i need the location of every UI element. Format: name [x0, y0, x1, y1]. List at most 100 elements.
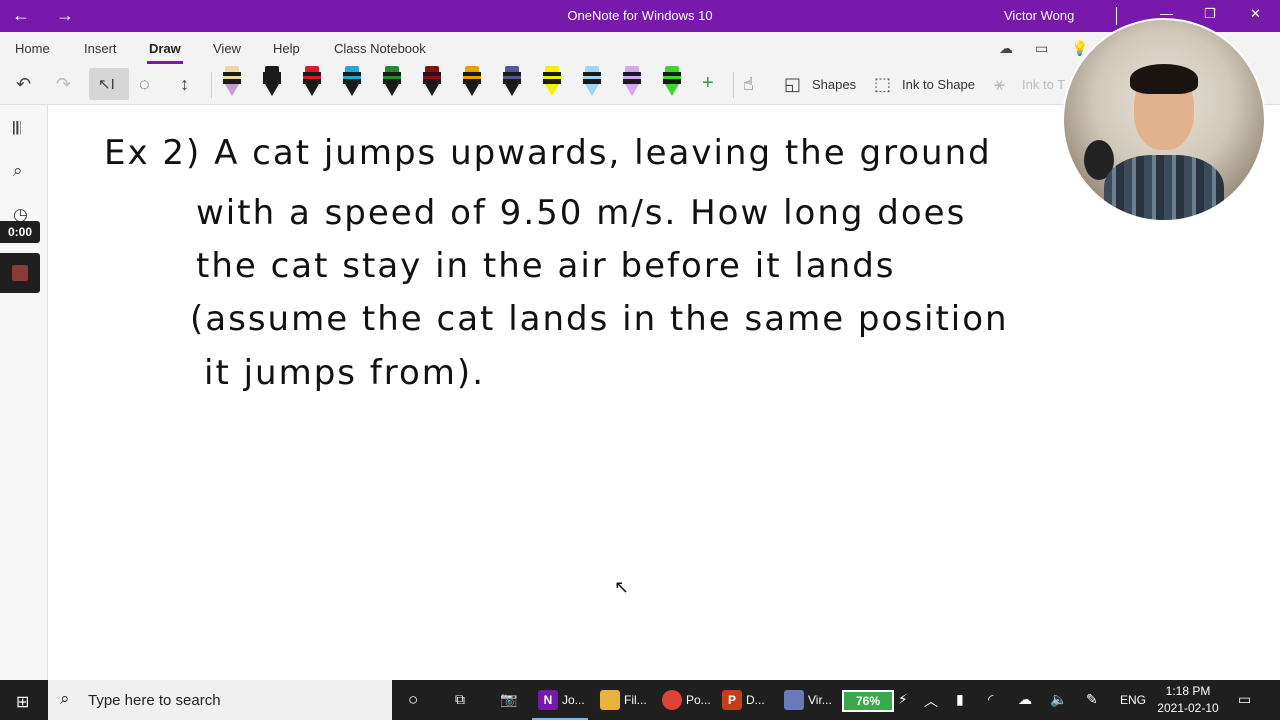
select-text-icon[interactable]: ↖I — [98, 75, 115, 93]
ink-to-text-button[interactable]: Ink to T — [1022, 77, 1065, 92]
pen-stripe — [463, 76, 481, 79]
pen-swatch[interactable] — [502, 64, 522, 98]
pen-swatch[interactable] — [462, 64, 482, 98]
ink-line: Ex 2) A cat jumps upwards, leaving the g… — [104, 133, 992, 173]
windows-start-icon[interactable]: ⊞ — [16, 692, 29, 712]
pen-swatch[interactable] — [622, 64, 642, 98]
pen-tip — [665, 84, 679, 96]
ink-line: the cat stay in the air before it lands — [196, 246, 896, 286]
shapes-button[interactable]: Shapes — [812, 77, 856, 92]
taskbar-app-label: Fil... — [624, 693, 647, 707]
title-bar: ← → OneNote for Windows 10 Victor Wong —… — [0, 0, 1280, 32]
ink-to-text-icon[interactable]: ⚹ — [994, 74, 1005, 95]
taskbar: ⊞ ⌕ Type here to search ○ ⧉ 📷 N Jo... Fi… — [0, 680, 1280, 720]
notifications-icon[interactable]: ▭ — [1238, 691, 1251, 708]
taskbar-app-onenote[interactable]: N Jo... — [532, 680, 588, 720]
app-title: OneNote for Windows 10 — [567, 8, 713, 23]
pen-swatch[interactable] — [422, 64, 442, 98]
user-name[interactable]: Victor Wong — [1004, 8, 1074, 23]
tab-home[interactable]: Home — [15, 41, 50, 56]
power-plug-icon: ⚡ — [898, 691, 908, 707]
redo-icon[interactable]: ↷ — [56, 74, 71, 95]
tab-draw[interactable]: Draw — [147, 41, 183, 64]
pen-tip — [305, 84, 319, 96]
ink-line: it jumps from). — [204, 353, 485, 393]
lasso-select-icon[interactable]: ◌ — [139, 74, 150, 95]
chrome-icon — [662, 690, 682, 710]
clock-time: 1:18 PM — [1165, 684, 1211, 698]
record-stop-icon — [12, 265, 28, 281]
add-pen-icon[interactable]: + — [702, 72, 714, 95]
system-clock[interactable]: 1:18 PM 2021-02-10 — [1152, 683, 1224, 717]
wifi-icon[interactable]: ◜ — [988, 691, 993, 708]
pen-tip — [625, 84, 639, 96]
task-view-icon[interactable]: ⧉ — [455, 691, 465, 708]
clock-date: 2021-02-10 — [1157, 701, 1219, 715]
pen-tip — [345, 84, 359, 96]
undo-icon[interactable]: ↶ — [16, 74, 31, 95]
onedrive-icon[interactable]: ☁ — [1018, 691, 1032, 708]
webcam-overlay — [1062, 18, 1266, 222]
camera-icon[interactable]: 📷 — [500, 691, 517, 708]
pen-swatch[interactable] — [342, 64, 362, 98]
pen-swatch[interactable] — [222, 64, 242, 98]
taskbar-app-powerpoint[interactable]: P D... — [716, 680, 772, 720]
pen-swatch[interactable] — [382, 64, 402, 98]
shapes-icon[interactable]: ◱ — [784, 74, 801, 95]
chevron-up-icon[interactable]: ︿ — [924, 691, 938, 711]
powerpoint-icon: P — [722, 690, 742, 710]
battery-indicator[interactable]: 76% — [842, 690, 894, 712]
ink-to-shape-button[interactable]: Ink to Shape — [902, 77, 975, 92]
pen-tip — [505, 84, 519, 96]
language-indicator[interactable]: ENG — [1120, 693, 1146, 707]
tab-class-notebook[interactable]: Class Notebook — [334, 41, 426, 56]
taskbar-search[interactable]: ⌕ Type here to search — [48, 680, 392, 720]
pen-tip — [225, 84, 239, 96]
left-navigation: 𝄃𝄃 ⌕ ◷ — [0, 105, 48, 680]
ink-line: with a speed of 9.50 m/s. How long does — [196, 193, 967, 233]
presenter-shirt — [1104, 155, 1224, 220]
mouse-cursor-icon: ↖ — [614, 577, 630, 597]
microphone-tray-icon[interactable]: ▮ — [956, 691, 964, 708]
ink-replay-icon[interactable]: ☝ — [743, 74, 754, 95]
add-space-icon[interactable]: ↕ — [180, 74, 189, 95]
taskbar-app-file-explorer[interactable]: Fil... — [594, 680, 650, 720]
restore-icon[interactable]: ❐ — [1204, 6, 1216, 22]
ink-to-shape-icon[interactable]: ⬚ — [874, 74, 891, 95]
pen-workspace-icon[interactable]: ✎ — [1086, 691, 1098, 708]
taskbar-app-virtual[interactable]: Vir... — [778, 680, 834, 720]
pen-tip — [265, 84, 279, 96]
tab-help[interactable]: Help — [273, 41, 300, 56]
presenter-hair — [1130, 64, 1198, 94]
taskbar-app-chrome[interactable]: Po... — [656, 680, 712, 720]
pen-stripe — [543, 76, 561, 79]
pen-stripe — [223, 76, 241, 79]
pen-stripe — [423, 76, 441, 79]
search-placeholder: Type here to search — [88, 692, 221, 709]
toolbar-divider — [733, 72, 734, 98]
title-separator — [1116, 7, 1117, 25]
cortana-icon[interactable]: ○ — [408, 690, 418, 710]
pen-swatch[interactable] — [662, 64, 682, 98]
pen-swatch[interactable] — [542, 64, 562, 98]
pen-tip — [585, 84, 599, 96]
pen-stripe — [383, 76, 401, 79]
close-icon[interactable]: ✕ — [1250, 6, 1261, 22]
recording-timer: 0:00 — [0, 221, 40, 243]
pen-stripe — [663, 76, 681, 79]
tab-insert[interactable]: Insert — [84, 41, 117, 56]
onenote-icon: N — [538, 690, 558, 710]
volume-icon[interactable]: 🔈 — [1050, 691, 1067, 708]
pen-swatch[interactable] — [582, 64, 602, 98]
pen-swatch[interactable] — [262, 64, 282, 98]
search-icon[interactable]: ⌕ — [13, 161, 23, 181]
ink-line: (assume the cat lands in the same positi… — [190, 299, 1009, 339]
pen-tip — [425, 84, 439, 96]
notebook-icon[interactable]: ▭ — [1035, 40, 1048, 57]
tab-view[interactable]: View — [213, 41, 241, 56]
notebooks-icon[interactable]: 𝄃𝄃 — [13, 119, 21, 139]
pen-swatch[interactable] — [302, 64, 322, 98]
pen-tip — [385, 84, 399, 96]
sync-icon[interactable]: ☁ — [999, 40, 1013, 57]
record-button[interactable] — [0, 253, 40, 293]
